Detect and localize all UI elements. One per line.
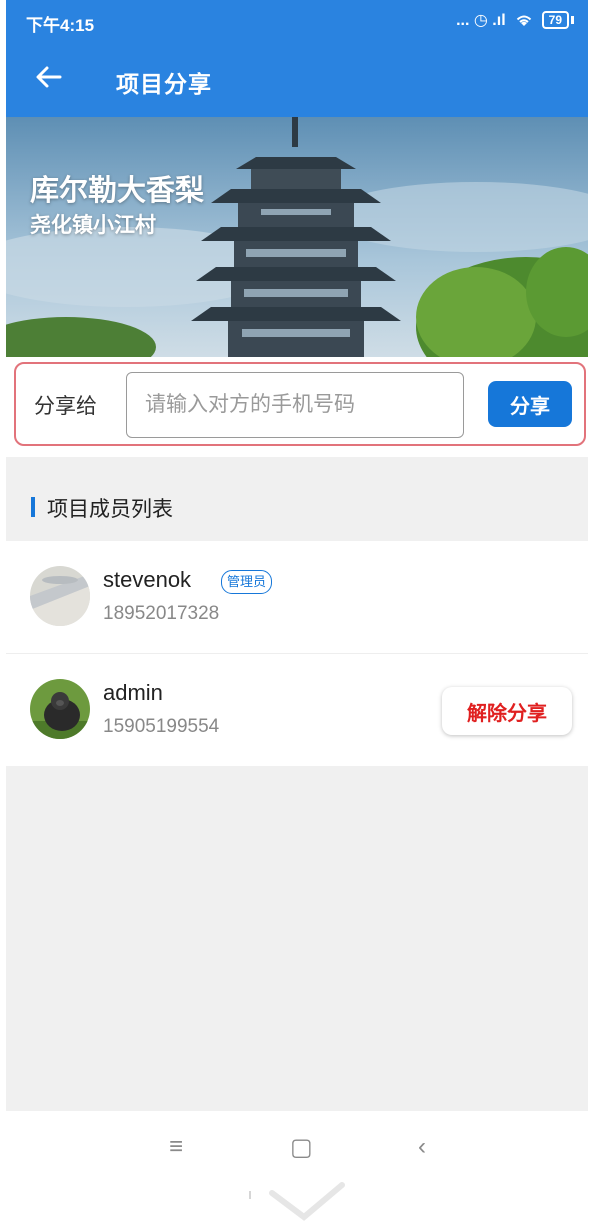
- app-frame: 下午4:15 ... ◷ .ıl 79 项目分享 库尔勒大香梨 尧化镇小江村 分…: [6, 0, 588, 1227]
- page-title: 项目分享: [116, 71, 212, 97]
- member-name: admin: [103, 680, 163, 705]
- back-icon[interactable]: ‹: [418, 1133, 426, 1161]
- share-button[interactable]: 分享: [488, 381, 572, 427]
- member-phone: 18952017328: [103, 603, 220, 624]
- status-icons: ... ◷ .ıl 79: [456, 10, 574, 30]
- member-row[interactable]: stevenok 管理员 18952017328: [6, 541, 588, 653]
- section-accent-bar: [31, 497, 35, 517]
- home-icon[interactable]: ▢: [290, 1133, 313, 1162]
- status-time: 下午4:15: [26, 16, 95, 35]
- members-section-title: 项目成员列表: [47, 498, 173, 521]
- avatar-image: [30, 679, 90, 739]
- share-to-label: 分享给: [34, 395, 97, 418]
- status-bar: 下午4:15 ... ◷ .ıl 79: [6, 0, 588, 45]
- system-nav-bar: ≡ ▢ ‹: [6, 1111, 588, 1227]
- project-banner: 库尔勒大香梨 尧化镇小江村: [6, 117, 588, 357]
- member-phone: 15905199554: [103, 716, 220, 737]
- project-location: 尧化镇小江村: [30, 214, 156, 237]
- signal-wifi-icons: ... ◷ .ıl: [456, 12, 506, 29]
- app-bar: 项目分享: [6, 45, 588, 117]
- battery-tip: [571, 16, 574, 24]
- share-form: 分享给 分享: [14, 362, 586, 446]
- project-name: 库尔勒大香梨: [30, 175, 205, 207]
- wifi-icon: [516, 15, 531, 26]
- admin-badge: 管理员: [221, 570, 273, 594]
- unshare-button[interactable]: 解除分享: [442, 687, 572, 735]
- member-name: stevenok: [103, 567, 192, 592]
- menu-icon[interactable]: ≡: [169, 1133, 183, 1161]
- members-section-header: 项目成员列表: [6, 470, 588, 540]
- member-row[interactable]: admin 15905199554 解除分享: [6, 654, 588, 766]
- arrow-left-icon[interactable]: [34, 62, 64, 92]
- phone-input[interactable]: [126, 372, 464, 438]
- share-area: 分享给 分享: [6, 357, 588, 457]
- battery-icon: 79: [541, 11, 569, 29]
- avatar: [30, 566, 90, 626]
- gesture-handle-icon: [249, 1182, 345, 1221]
- avatar: [30, 679, 90, 739]
- avatar-image: [30, 566, 90, 626]
